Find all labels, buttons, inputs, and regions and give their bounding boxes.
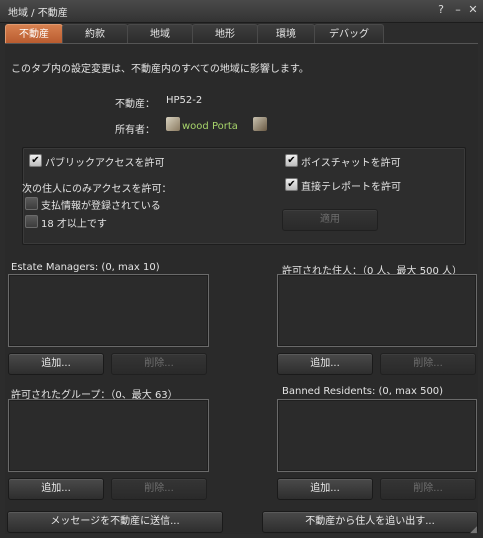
banned-add-button[interactable]: 追加...: [277, 478, 373, 500]
owner-name-link[interactable]: wood Porta: [182, 121, 238, 132]
public-access-label: パブリックアクセスを許可: [45, 158, 165, 169]
banned-residents-list[interactable]: [277, 399, 477, 472]
close-icon[interactable]: ✕: [466, 3, 480, 17]
tab-environment[interactable]: 環境: [257, 24, 315, 44]
managers-add-button[interactable]: 追加...: [8, 353, 104, 375]
age-18-checkbox[interactable]: [25, 215, 38, 228]
voice-chat-checkbox[interactable]: ✔: [285, 154, 298, 167]
direct-teleport-label: 直接テレポートを許可: [301, 182, 401, 193]
apply-button[interactable]: 適用: [282, 209, 378, 231]
owner-label: 所有者：: [115, 125, 155, 136]
banned-residents-title: Banned Residents: (0, max 500): [282, 386, 444, 397]
tab-estate[interactable]: 不動産: [5, 24, 63, 44]
help-icon[interactable]: ?: [434, 3, 448, 17]
payment-info-label: 支払情報が登録されている: [41, 201, 161, 212]
public-access-checkbox[interactable]: ✔: [29, 154, 42, 167]
window-title: 地域 / 不動産: [8, 8, 68, 19]
minimize-icon[interactable]: –: [451, 3, 465, 17]
allowed-groups-remove-button[interactable]: 削除...: [111, 478, 207, 500]
estate-name: HP52-2: [166, 95, 203, 106]
send-message-button[interactable]: メッセージを不動産に送信...: [7, 511, 223, 533]
tab-region[interactable]: 地域: [127, 24, 193, 44]
resize-grip-icon[interactable]: ◢: [470, 525, 480, 535]
managers-list[interactable]: [8, 274, 209, 347]
direct-teleport-checkbox[interactable]: ✔: [285, 178, 298, 191]
banned-remove-button[interactable]: 削除...: [380, 478, 476, 500]
age-18-label: 18 才以上です: [41, 219, 107, 230]
title-bar[interactable]: [0, 0, 483, 23]
owner-profile-icon[interactable]: [253, 117, 267, 131]
restrict-access-label: 次の住人にのみアクセスを許可：: [22, 184, 172, 195]
owner-avatar-icon: [166, 117, 180, 131]
estate-notice: このタブ内の設定変更は、不動産内のすべての地域に影響します。: [11, 64, 309, 75]
tab-covenant[interactable]: 約款: [62, 24, 128, 44]
tab-debug[interactable]: デバッグ: [314, 24, 384, 44]
allowed-residents-list[interactable]: [277, 274, 477, 347]
tab-terrain[interactable]: 地形: [192, 24, 258, 44]
allowed-residents-remove-button[interactable]: 削除...: [380, 353, 476, 375]
voice-chat-label: ボイスチャットを許可: [301, 158, 401, 169]
managers-title: Estate Managers: (0, max 10): [11, 262, 160, 273]
allowed-groups-add-button[interactable]: 追加...: [8, 478, 104, 500]
managers-remove-button[interactable]: 削除...: [111, 353, 207, 375]
kick-user-button[interactable]: 不動産から住人を追い出す...: [262, 511, 478, 533]
allowed-groups-list[interactable]: [8, 399, 209, 472]
allowed-residents-add-button[interactable]: 追加...: [277, 353, 373, 375]
estate-label: 不動産：: [115, 99, 155, 110]
payment-info-checkbox[interactable]: [25, 197, 38, 210]
